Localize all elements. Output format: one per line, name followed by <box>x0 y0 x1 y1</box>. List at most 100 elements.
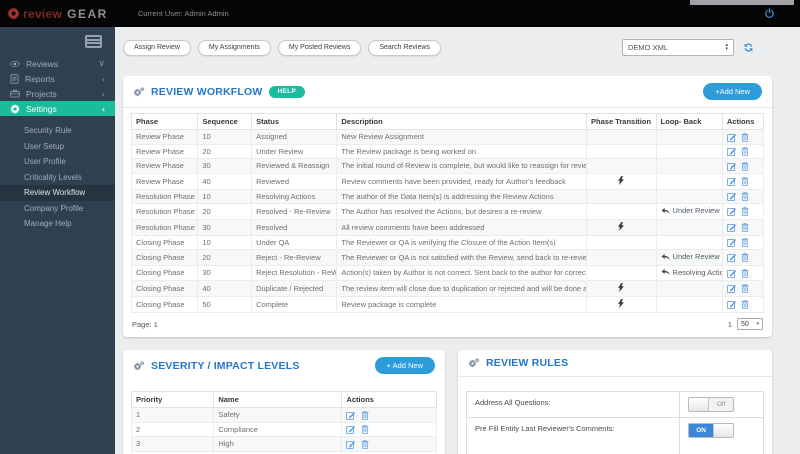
edit-icon[interactable] <box>727 284 736 294</box>
hamburger-icon[interactable] <box>85 35 102 48</box>
loop-back-cell <box>655 218 723 236</box>
add-new-button[interactable]: +Add New <box>703 83 762 100</box>
toolbar-button[interactable]: Search Reviews <box>368 39 441 56</box>
panel-gear-icon <box>133 360 145 371</box>
sidebar-item-reviews[interactable]: Reviews ∨ <box>0 56 115 71</box>
actions-cell <box>721 158 765 174</box>
delete-icon[interactable] <box>741 132 749 142</box>
edit-icon[interactable] <box>727 238 736 247</box>
refresh-icon[interactable] <box>743 42 754 53</box>
status-cell: Resolving Actions <box>251 188 338 205</box>
severity-table-header-row: Priority Name Actions <box>130 391 437 409</box>
loop-back-cell <box>655 172 723 190</box>
sequence-cell: 20 <box>197 203 253 220</box>
power-icon[interactable] <box>764 8 775 19</box>
delete-icon[interactable] <box>741 192 749 201</box>
sidebar-subitem[interactable]: Review Workflow <box>0 185 115 201</box>
delete-icon[interactable] <box>741 238 749 247</box>
edit-icon[interactable] <box>727 192 736 201</box>
col-header-description: Description <box>336 113 588 130</box>
priority-cell: 1 <box>130 407 215 423</box>
edit-icon[interactable] <box>727 162 736 171</box>
phase-cell: Review Phase <box>130 172 199 190</box>
sidebar-subitem[interactable]: User Setup <box>0 139 115 155</box>
edit-icon[interactable] <box>727 253 736 262</box>
eye-icon <box>10 59 26 69</box>
workflow-table-row: Closing Phase 50 Complete Review package… <box>130 296 765 314</box>
delete-icon[interactable] <box>741 207 749 216</box>
rule-row: Address All Questions: Off <box>467 392 763 419</box>
edit-icon[interactable] <box>727 177 736 186</box>
sidebar-subitem[interactable]: Security Rule <box>0 123 115 139</box>
settings-submenu: Security Rule User Setup User Profile Cr… <box>0 123 115 232</box>
name-cell: Compliance <box>213 421 343 438</box>
edit-icon[interactable] <box>346 425 356 434</box>
phase-cell: Resolution Phase <box>130 203 199 220</box>
app-logo: review GEAR <box>7 7 108 21</box>
toggle-on[interactable]: ON <box>688 423 735 439</box>
delete-icon[interactable] <box>741 300 749 310</box>
sequence-cell: 20 <box>197 249 253 266</box>
actions-cell <box>721 264 765 282</box>
loop-back-label: Resolving Actions <box>672 267 722 277</box>
name-cell: High <box>213 436 343 452</box>
sidebar-subitem[interactable]: User Profile <box>0 154 115 170</box>
project-select[interactable]: DEMO XML ▴ ▾ <box>622 39 734 56</box>
rule-row: Pre Fill Entity Last Reviewer's Comments… <box>467 418 763 454</box>
loop-back-cell <box>655 234 723 251</box>
sidebar-subitem[interactable]: Criticality Levels <box>0 170 115 186</box>
gear-icon <box>10 103 26 114</box>
description-cell: All review comments have been addressed <box>336 218 588 236</box>
description-cell: Action(s) taken by Author is not correct… <box>336 264 588 282</box>
delete-icon[interactable] <box>741 147 749 156</box>
edit-icon[interactable] <box>346 440 356 449</box>
sidebar-item-settings[interactable]: Settings ‹ <box>0 101 115 116</box>
col-header-actions: Actions <box>341 391 437 409</box>
edit-icon[interactable] <box>727 300 736 310</box>
edit-icon[interactable] <box>727 223 736 232</box>
sidebar-item-label: Reports <box>25 73 55 84</box>
delete-icon[interactable] <box>361 439 369 449</box>
delete-icon[interactable] <box>741 223 749 232</box>
delete-icon[interactable] <box>361 410 369 420</box>
sequence-cell: 10 <box>197 234 253 251</box>
actions-cell <box>721 203 765 220</box>
phase-transition-cell <box>586 234 657 251</box>
edit-icon[interactable] <box>727 269 736 278</box>
sidebar-subitem[interactable]: Company Profile <box>0 201 115 217</box>
edit-icon[interactable] <box>727 147 736 156</box>
add-new-button[interactable]: + Add New <box>374 357 435 375</box>
workflow-table-row: Review Phase 30 Reviewed & Reassign The … <box>130 158 765 174</box>
loop-back-cell <box>655 280 723 298</box>
delete-icon[interactable] <box>741 161 749 171</box>
sidebar-subitem[interactable]: Manage Help <box>0 216 115 232</box>
description-cell: The Reviewer or QA is verifying the Clos… <box>336 234 588 251</box>
delete-icon[interactable] <box>741 268 749 278</box>
actions-cell <box>341 421 437 438</box>
sidebar-item-label: Reviews <box>26 58 59 69</box>
actions-cell <box>721 234 765 251</box>
sequence-cell: 10 <box>197 188 253 205</box>
help-button[interactable]: HELP <box>268 85 306 98</box>
toolbar-button[interactable]: Assign Review <box>123 39 191 56</box>
delete-icon[interactable] <box>741 284 749 294</box>
description-cell: Review comments have been provided, read… <box>336 172 588 190</box>
delete-icon[interactable] <box>361 425 369 435</box>
sidebar-item-reports[interactable]: Reports ‹ <box>0 71 115 86</box>
panel-gear-icon <box>468 358 480 368</box>
sidebar-item-projects[interactable]: Projects ‹ <box>0 86 115 101</box>
edit-icon[interactable] <box>727 207 736 216</box>
delete-icon[interactable] <box>741 253 749 262</box>
toolbar-button[interactable]: My Posted Reviews <box>277 39 362 56</box>
toggle-off[interactable]: Off <box>688 397 735 413</box>
page-size-select[interactable]: 50 ▾ <box>737 318 763 331</box>
toolbar-buttons: Assign Review My Assignments My Posted Rev… <box>123 39 448 56</box>
rule-label: Pre Fill Entity Last Reviewer's Comments… <box>467 418 681 454</box>
description-cell: The author of the Data Item(s) is addres… <box>336 188 588 205</box>
edit-icon[interactable] <box>346 411 356 420</box>
toolbar-button[interactable]: My Assignments <box>197 39 271 56</box>
delete-icon[interactable] <box>741 177 749 186</box>
report-icon <box>10 73 25 84</box>
edit-icon[interactable] <box>727 133 736 142</box>
rules-table: Address All Questions: Off Pre Fill Enti… <box>466 391 764 454</box>
